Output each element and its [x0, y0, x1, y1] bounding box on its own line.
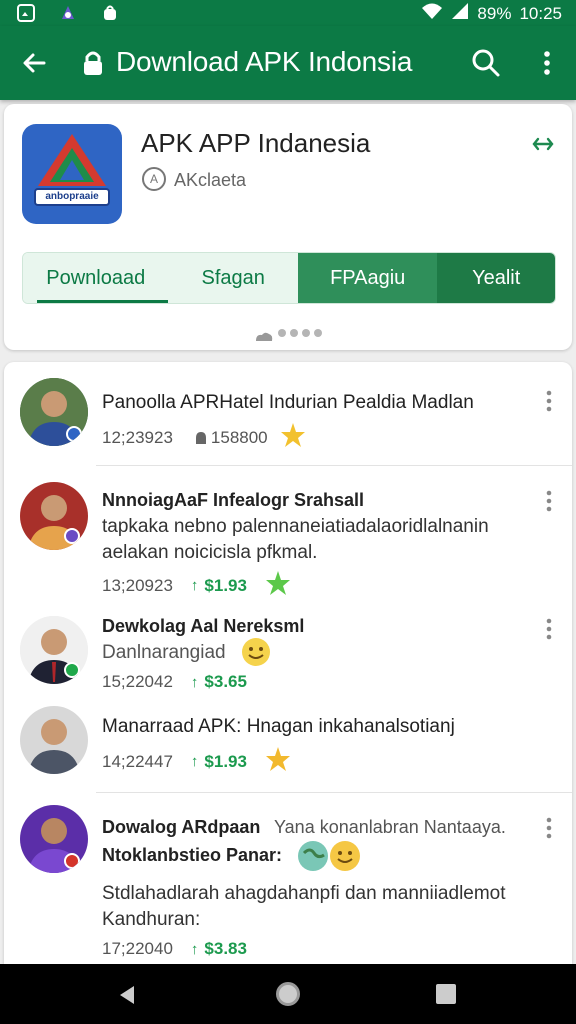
share-icon[interactable] — [532, 136, 554, 152]
gallery-notification-icon — [16, 3, 36, 23]
tab-third[interactable]: FPAagiu — [297, 253, 438, 303]
app-bar: Download APK Indonsia — [0, 26, 576, 100]
item-meta: 14;22447 ↑ $1.93 — [102, 746, 291, 777]
news-feed: Panoolla APRHatel Indurian Pealdia Madla… — [4, 362, 572, 964]
tab-download[interactable]: Pownloaad — [23, 253, 169, 303]
item-date: 15;22042 — [102, 672, 173, 691]
up-arrow-icon: ↑ — [190, 753, 199, 770]
up-arrow-icon: ↑ — [190, 940, 199, 958]
item-menu-icon[interactable] — [546, 817, 552, 839]
item-count: 158800 — [210, 427, 268, 447]
smile-emoji-icon — [242, 638, 270, 666]
item-headline: Dowalog ARdpaan — [102, 817, 261, 837]
item-date: 17;22040 — [102, 939, 173, 958]
bag-notification-icon — [100, 3, 120, 23]
page-title: Download APK Indonsia — [116, 46, 413, 77]
nav-back-icon[interactable] — [116, 984, 138, 1006]
developer-icon: A — [142, 167, 166, 191]
list-item[interactable]: Manarraad APK: Hnagan inkahanalsotianj 1… — [4, 702, 572, 792]
item-date: 13;20923 — [102, 575, 173, 595]
up-arrow-icon: ↑ — [190, 577, 199, 594]
item-date: 12;23923 — [102, 427, 173, 447]
item-menu-icon[interactable] — [546, 490, 552, 512]
item-meta: 13;20923 ↑ $1.93 — [102, 570, 291, 601]
avatar — [20, 805, 88, 873]
item-price: $3.83 — [204, 939, 247, 958]
page-dot[interactable] — [278, 329, 286, 337]
list-item[interactable]: NnnoiagAaF Infealogr Srahsall tapkaka ne… — [4, 466, 572, 608]
avatar — [20, 482, 88, 550]
back-arrow-icon[interactable] — [18, 47, 50, 79]
item-menu-icon[interactable] — [546, 618, 552, 640]
list-item[interactable]: Panoolla APRHatel Indurian Pealdia Madla… — [4, 362, 572, 466]
signal-icon — [451, 2, 469, 25]
avatar — [20, 378, 88, 446]
page-indicator — [254, 328, 322, 341]
nav-recents-icon[interactable] — [436, 984, 456, 1004]
cloud-icon — [254, 328, 274, 341]
smile-emoji-icon — [330, 841, 360, 871]
item-headline: Dewkolag Aal Nereksml — [102, 616, 305, 636]
action-tabs: Pownloaad Sfagan FPAagiu Yealit — [22, 252, 556, 304]
page-dot[interactable] — [302, 329, 310, 337]
search-icon[interactable] — [470, 47, 502, 79]
up-arrow-icon: ↑ — [190, 673, 199, 691]
app-logo-text: anbopraaie — [34, 188, 110, 206]
app-name: APK APP Indanesia — [141, 128, 371, 158]
list-item[interactable]: Dowalog ARdpaan Yana konanlabran Nantaay… — [4, 793, 572, 964]
overflow-menu-icon[interactable] — [532, 47, 562, 79]
wifi-icon — [421, 2, 443, 25]
star-icon[interactable] — [265, 746, 291, 777]
item-meta: 17;22040 ↑ $3.83 — [102, 939, 247, 959]
item-menu-icon[interactable] — [546, 390, 552, 412]
item-headline-extra: Yana konanlabran Nantaaya. — [274, 817, 506, 837]
app-logo[interactable]: anbopraaie — [22, 124, 122, 224]
item-body-line: Kandhuran: — [102, 909, 201, 930]
item-subtitle: Ntoklanbstieo Panar: — [102, 845, 283, 865]
tab-fourth[interactable]: Yealit — [437, 253, 555, 303]
globe-emoji-icon — [298, 841, 328, 871]
item-subtitle: Danlnarangiad — [102, 642, 226, 663]
page-dot[interactable] — [290, 329, 298, 337]
item-date: 14;22447 — [102, 751, 173, 771]
item-body-line: Stdlahadlarah ahagdahanpfi dan manniiadl… — [102, 883, 506, 904]
item-headline: Manarraad APK: Hnagan inkahanalsotianj — [102, 716, 455, 737]
item-meta: 12;23923 158800 — [102, 422, 306, 453]
views-icon — [193, 430, 209, 446]
lock-icon — [82, 50, 104, 76]
system-nav-bar — [0, 964, 576, 1024]
item-headline: Panoolla APRHatel Indurian Pealdia Madla… — [102, 392, 474, 413]
battery-level: 89% — [477, 3, 512, 23]
item-headline: NnnoiagAaF Infealogr Srahsall — [102, 490, 365, 510]
app-notification-icon — [58, 3, 78, 23]
status-bar: 89% 10:25 — [0, 0, 576, 26]
item-price: $1.93 — [204, 751, 247, 771]
item-body-line: aelakan noicicisla pfkmal. — [102, 542, 318, 563]
developer-name[interactable]: AKclaeta — [174, 170, 246, 191]
avatar — [20, 616, 88, 684]
star-icon[interactable] — [280, 422, 306, 453]
page-dot[interactable] — [314, 329, 322, 337]
item-body-line: tapkaka nebno palennaneiatiadalaoridlaln… — [102, 516, 489, 537]
nav-home-icon[interactable] — [276, 982, 300, 1006]
star-icon[interactable] — [265, 570, 291, 601]
clock: 10:25 — [519, 3, 562, 23]
item-meta: 15;22042 ↑ $3.65 — [102, 672, 247, 692]
list-item[interactable]: Dewkolag Aal Nereksml Danlnarangiad 15;2… — [4, 608, 572, 702]
item-price: $1.93 — [204, 575, 247, 595]
item-price: $3.65 — [204, 672, 247, 691]
avatar — [20, 706, 88, 774]
tab-second[interactable]: Sfagan — [168, 253, 298, 303]
app-info-card: anbopraaie APK APP Indanesia A AKclaeta … — [4, 104, 572, 350]
